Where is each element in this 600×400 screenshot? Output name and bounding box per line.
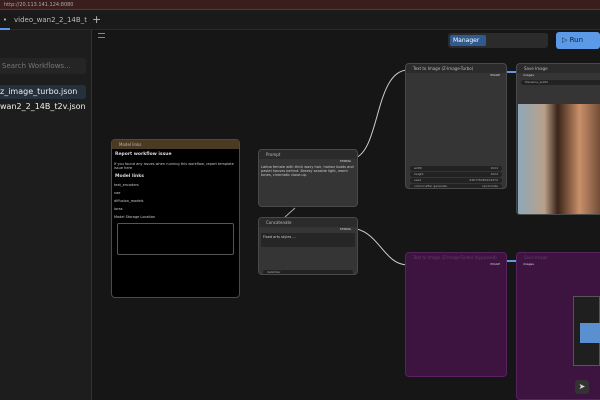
filename-prefix-field[interactable]: filename_prefix xyxy=(521,80,600,85)
control-widget[interactable]: control after generate randomize xyxy=(410,184,502,188)
note-heading: Report workflow issue xyxy=(115,152,172,157)
note-subheading: Model links xyxy=(115,174,144,179)
node-title: Save Image xyxy=(517,64,600,73)
note-section: diffusion_models xyxy=(114,199,144,203)
output-slot[interactable]: STRING xyxy=(259,227,357,231)
input-slot[interactable]: images xyxy=(517,73,600,77)
output-image-preview[interactable] xyxy=(518,104,600,214)
node-title: Text to Image (Z-Image-Turbo) xyxy=(406,64,506,73)
text-to-image-bypassed-node[interactable]: Text to Image (Z-Image-Turbo) (bypassed)… xyxy=(405,252,507,377)
link-prompt xyxy=(354,69,409,159)
model-links-note[interactable]: Model links Report workflow issue If you… xyxy=(111,139,240,298)
prompt-textarea[interactable]: Latina female with thick wavy hair, harb… xyxy=(259,163,357,179)
play-icon: ▷ xyxy=(562,36,570,44)
storage-tree xyxy=(117,223,234,255)
text-to-image-node[interactable]: Text to Image (Z-Image-Turbo) IMAGE widt… xyxy=(405,63,507,189)
seed-widget[interactable]: seed 936776483104470 xyxy=(410,178,502,183)
select-tool-icon[interactable]: ➤ xyxy=(575,380,589,394)
note-storage: Model Storage Location xyxy=(114,215,156,219)
input-slot[interactable]: images xyxy=(517,262,600,266)
output-slot[interactable]: IMAGE xyxy=(406,73,506,77)
node-title: Concatenate xyxy=(259,218,357,227)
output-slot[interactable]: IMAGE xyxy=(406,262,506,266)
link-concat-out xyxy=(356,228,409,266)
node-title: Text to Image (Z-Image-Turbo) (bypassed) xyxy=(406,253,506,262)
height-widget[interactable]: height 1024 xyxy=(410,172,502,177)
note-section: loras xyxy=(114,207,123,211)
minimap-viewport[interactable] xyxy=(580,323,600,343)
link-concat xyxy=(284,207,296,218)
save-image-node[interactable]: Save Image images filename_prefix xyxy=(516,63,600,215)
node-title: Save Image xyxy=(517,253,600,262)
note-section: text_encoders xyxy=(114,183,139,187)
run-label: Run xyxy=(569,36,584,44)
concat-textarea[interactable]: Fixed arts styles ... xyxy=(261,233,355,247)
manager-button[interactable]: Manager xyxy=(450,35,486,46)
note-intro: If you found any issues when running thi… xyxy=(114,162,234,170)
width-widget[interactable]: width 1024 xyxy=(410,166,502,171)
run-button[interactable]: ▷ Run xyxy=(556,32,600,49)
node-title: Prompt xyxy=(259,150,357,159)
delimiter-field[interactable]: delimiter xyxy=(263,270,353,274)
node-title: Model links xyxy=(112,140,239,149)
note-section: vae xyxy=(114,191,121,195)
minimap[interactable] xyxy=(573,296,600,366)
concatenate-node[interactable]: Concatenate STRING Fixed arts styles ...… xyxy=(258,217,358,275)
prompt-node[interactable]: Prompt STRING Latina female with thick w… xyxy=(258,149,358,207)
